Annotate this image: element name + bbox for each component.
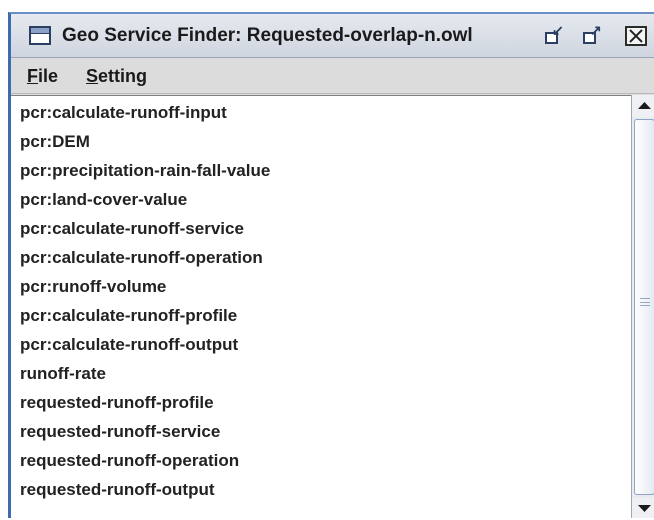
minimize-icon[interactable]: ↙ xyxy=(543,22,565,46)
scroll-down-arrow-icon xyxy=(638,505,651,512)
list-item[interactable]: pcr:calculate-runoff-service xyxy=(20,219,244,239)
app-window: Geo Service Finder: Requested-overlap-n.… xyxy=(8,12,654,518)
title-bar[interactable]: Geo Service Finder: Requested-overlap-n.… xyxy=(11,14,654,58)
list-item[interactable]: runoff-rate xyxy=(20,364,106,384)
list-item[interactable]: pcr:calculate-runoff-profile xyxy=(20,306,237,326)
concept-list[interactable]: pcr:calculate-runoff-input pcr:DEM pcr:pre… xyxy=(11,95,631,518)
menu-setting-label: etting xyxy=(98,66,148,86)
menu-setting-mnemonic: S xyxy=(86,66,99,86)
list-item[interactable]: requested-runoff-profile xyxy=(20,393,214,413)
menu-file-label: ile xyxy=(38,66,59,86)
menu-setting[interactable]: Setting xyxy=(86,66,147,87)
list-item[interactable]: pcr:DEM xyxy=(20,132,90,152)
menu-bar: File Setting xyxy=(11,58,654,94)
list-item[interactable]: pcr:calculate-runoff-operation xyxy=(20,248,263,268)
scroll-thumb[interactable] xyxy=(634,119,654,495)
scroll-grip-icon xyxy=(640,298,650,306)
list-item[interactable]: pcr:precipitation-rain-fall-value xyxy=(20,161,270,181)
window-title: Geo Service Finder: Requested-overlap-n.… xyxy=(62,25,473,46)
list-item[interactable]: requested-runoff-operation xyxy=(20,451,239,471)
window-app-icon xyxy=(29,26,51,45)
close-icon[interactable] xyxy=(625,26,647,46)
list-item[interactable]: requested-runoff-output xyxy=(20,480,215,500)
vertical-scrollbar[interactable] xyxy=(631,95,654,518)
list-item[interactable]: requested-runoff-service xyxy=(20,422,220,442)
list-item[interactable]: pcr:land-cover-value xyxy=(20,190,187,210)
list-item[interactable]: pcr:calculate-runoff-output xyxy=(20,335,238,355)
scroll-up-button[interactable] xyxy=(632,95,654,117)
scroll-down-button[interactable] xyxy=(632,498,654,518)
list-item[interactable]: pcr:calculate-runoff-input xyxy=(20,103,227,123)
maximize-icon[interactable]: ↗ xyxy=(581,22,603,46)
scroll-up-arrow-icon xyxy=(638,102,651,109)
menu-file[interactable]: File xyxy=(27,66,58,87)
menu-file-mnemonic: F xyxy=(27,66,38,86)
list-item[interactable]: pcr:runoff-volume xyxy=(20,277,166,297)
